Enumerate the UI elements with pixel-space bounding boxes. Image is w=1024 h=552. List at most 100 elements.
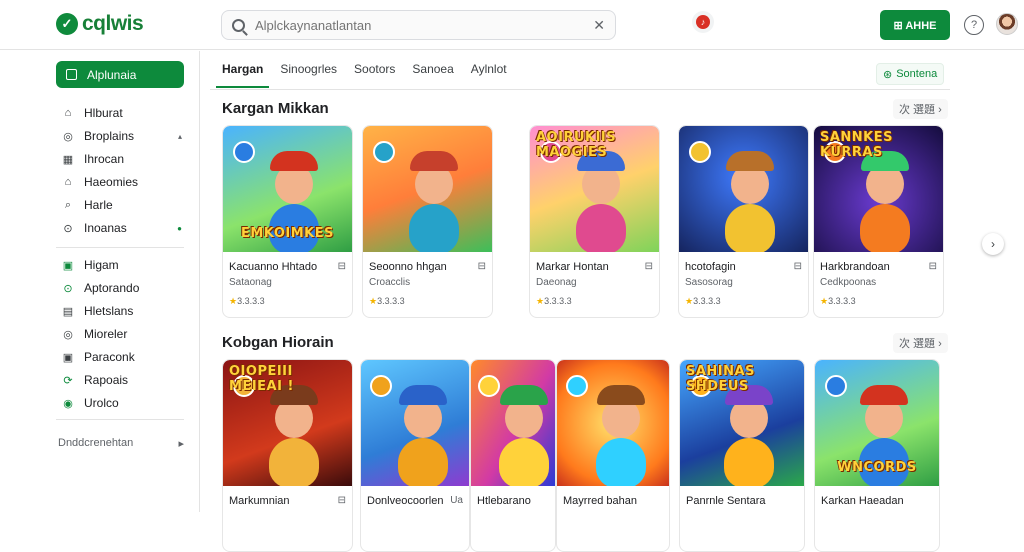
game-title[interactable]: Markar Hontan — [536, 261, 609, 273]
sidebar-item[interactable]: ◎ Mioreler — [62, 327, 182, 341]
game-card[interactable]: WNCORDS Karkan Haeadan — [814, 359, 940, 552]
game-artwork[interactable]: OIOPEIII MEIEAI ! — [223, 360, 352, 486]
sidebar-item[interactable]: ◎ Broplains ▴ — [62, 129, 182, 143]
decoration-orb — [373, 141, 396, 164]
character-body — [408, 204, 459, 252]
sidebar-item-label: Higam — [84, 258, 119, 272]
game-artwork[interactable]: AOIRUKIIS MAOGIES — [530, 126, 659, 252]
tab-item[interactable]: Aylnlot — [471, 62, 507, 84]
game-rating: ★3.3.3.3 — [820, 296, 856, 307]
sidebar-divider — [56, 419, 184, 420]
game-badge-icon: ⊟ — [928, 261, 937, 272]
decoration-orb — [233, 141, 256, 164]
sidebar-item[interactable]: ◉ Urolco — [62, 396, 182, 410]
sidebar-item-label: Hletslans — [84, 304, 134, 318]
game-artwork[interactable] — [557, 360, 669, 486]
game-badge-icon: ⊟ — [793, 261, 802, 272]
search-input[interactable] — [255, 17, 594, 33]
game-title[interactable]: Kacuanno Hhtado — [229, 261, 317, 273]
game-artwork[interactable] — [361, 360, 469, 486]
game-card[interactable]: EMKOIMKES Kacuanno Hhtado ⊟ Sataonag ★3.3.3.… — [222, 125, 353, 318]
game-card[interactable]: OIOPEIII MEIEAI ! Markumnian ⊟ — [222, 359, 353, 552]
game-card[interactable]: AOIRUKIIS MAOGIES Markar Hontan ⊟ Daeonag ★3… — [529, 125, 660, 318]
sidebar-primary-button[interactable]: Alplunaia — [56, 61, 184, 88]
avatar[interactable] — [996, 13, 1018, 35]
search-icon — [232, 18, 245, 32]
game-title[interactable]: Markumnian — [229, 495, 290, 507]
sidebar-item[interactable]: ⌕ Harle — [62, 198, 182, 212]
logo-icon: ✓ — [56, 13, 78, 35]
sidebar-item-icon: ▣ — [62, 259, 74, 272]
sidebar-item[interactable]: ⊙ Aptorando — [62, 281, 182, 295]
game-title[interactable]: Htlebarano — [477, 495, 531, 507]
decoration-orb — [689, 141, 712, 164]
sidebar-footer[interactable]: Dnddcrenehtan ▸ — [58, 437, 184, 450]
search-bar[interactable]: ✕ — [221, 10, 616, 40]
game-artwork[interactable]: WNCORDS — [815, 360, 939, 486]
game-logo-text: SANNKES KURRAS — [820, 130, 894, 160]
see-more-button[interactable]: 次 選題 › — [893, 333, 948, 353]
sidebar-item-icon: ▤ — [62, 305, 74, 318]
see-more-button[interactable]: 次 選題 › — [893, 99, 948, 119]
game-title[interactable]: Panrnle Sentara — [686, 495, 766, 507]
help-icon[interactable]: ? — [964, 15, 984, 35]
tabs-divider — [210, 89, 950, 90]
game-artwork[interactable]: SANNKES KURRAS — [814, 126, 943, 252]
game-artwork[interactable]: SAHINAS SHDEUS — [680, 360, 804, 486]
game-card[interactable]: hcotofagin ⊟ Sasosorag ★3.3.3.3 — [678, 125, 809, 318]
sidebar-item[interactable]: ⟳ Rapoais — [62, 373, 182, 387]
sidebar-item[interactable]: ▤ Hletslans — [62, 304, 182, 318]
sidebar-item-icon: ▣ — [62, 351, 74, 364]
game-developer: Daeonag — [536, 277, 577, 288]
top-bar: ✓ cqlwis ✕ ♪ ⊞ AHHE ? — [0, 0, 1024, 50]
sidebar-item[interactable]: ⊙ Inoanas ● — [62, 221, 182, 235]
sidebar-item[interactable]: ▦ Ihrocan — [62, 152, 182, 166]
character-body — [268, 438, 319, 486]
character-body — [859, 204, 910, 252]
sidebar-item-label: Haeomies — [84, 175, 139, 189]
sidebar-item[interactable]: ⌂ Hlburat — [62, 106, 182, 120]
game-title[interactable]: Donlveocoorlen — [367, 495, 443, 507]
tab-item[interactable]: Sanoea — [412, 62, 453, 84]
chevron-right-icon: ▸ — [178, 438, 184, 450]
app-logo[interactable]: ✓ cqlwis — [56, 12, 144, 36]
star-icon: ★ — [536, 296, 545, 306]
game-artwork[interactable] — [363, 126, 492, 252]
sidebar-item[interactable]: ▣ Higam — [62, 258, 182, 272]
notification-button[interactable]: ♪ — [692, 11, 714, 33]
game-title[interactable]: Harkbrandoan — [820, 261, 890, 273]
tab-item[interactable]: Hargan — [215, 62, 270, 88]
tab-item[interactable]: Sinoogrles — [280, 62, 337, 84]
header-action-button[interactable]: ⊞ AHHE — [880, 10, 950, 40]
tab-bar: Hargan Sinoogrles Sootors Sanoea Aylnlot — [215, 62, 524, 88]
game-rating: ★3.3.3.3 — [685, 296, 721, 307]
game-artwork[interactable]: EMKOIMKES — [223, 126, 352, 252]
game-title[interactable]: Seoonno hhgan — [369, 261, 447, 273]
sidebar-primary-label: Alplunaia — [87, 67, 137, 82]
character-hat — [859, 385, 908, 406]
game-badge-icon: ⊟ — [477, 261, 486, 272]
sidebar-item[interactable]: ▣ Paraconk — [62, 350, 182, 364]
sidebar-item-indicator: ● — [177, 223, 182, 233]
game-logo-text: AOIRUKIIS MAOGIES — [536, 130, 617, 160]
game-artwork[interactable] — [471, 360, 555, 486]
sidebar-footer-label: Dnddcrenehtan — [58, 437, 134, 449]
decoration-orb — [824, 375, 847, 398]
game-title[interactable]: Mayrred bahan — [563, 495, 637, 507]
game-card[interactable]: Seoonno hhgan ⊟ Croacclis ★3.3.3.3 — [362, 125, 493, 318]
sidebar-item-label: Inoanas — [84, 221, 127, 235]
tab-item[interactable]: Sootors — [354, 62, 395, 84]
game-card[interactable]: SAHINAS SHDEUS Panrnle Sentara — [679, 359, 805, 552]
game-card[interactable]: Htlebarano — [470, 359, 556, 552]
sidebar-item[interactable]: ⌂ Haeomies — [62, 175, 182, 189]
game-title[interactable]: Karkan Haeadan — [821, 495, 904, 507]
game-artwork[interactable] — [679, 126, 808, 252]
game-title[interactable]: hcotofagin — [685, 261, 736, 273]
sidebar-item-label: Ihrocan — [84, 152, 125, 166]
close-icon[interactable]: ✕ — [593, 17, 605, 34]
game-card[interactable]: Donlveocoorlen Ua — [360, 359, 470, 552]
game-card[interactable]: SANNKES KURRAS Harkbrandoan ⊟ Cedkpoonas ★3.… — [813, 125, 944, 318]
game-card[interactable]: Mayrred bahan — [556, 359, 670, 552]
carousel-next-button[interactable]: › — [982, 233, 1004, 255]
tab-action-button[interactable]: ⊛ Sontena — [876, 63, 945, 85]
